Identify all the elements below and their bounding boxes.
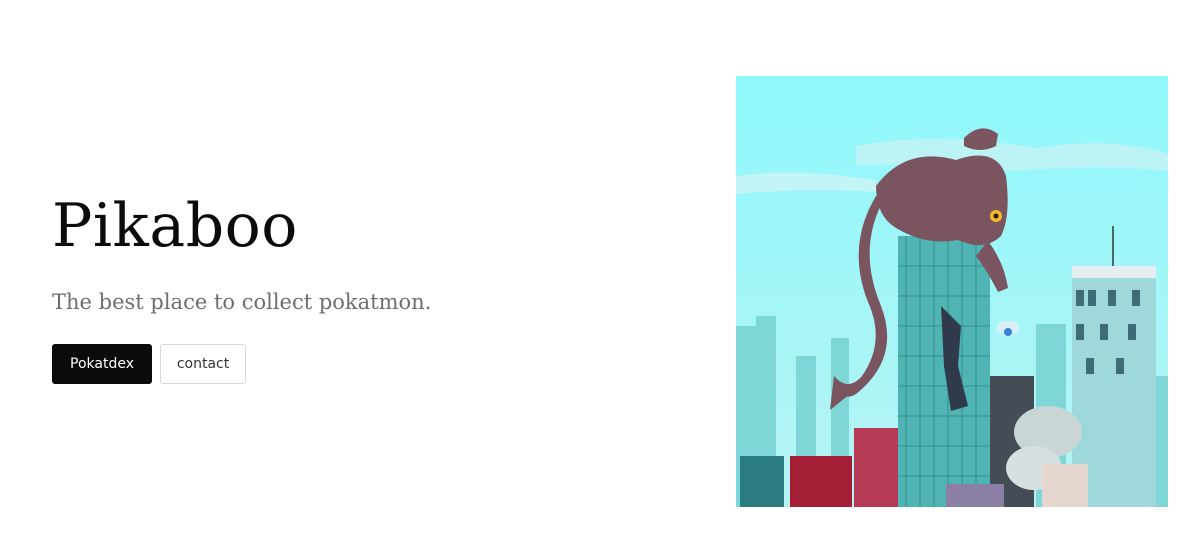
hero-text: Pikaboo The best place to collect pokatm… bbox=[52, 190, 431, 384]
hero-illustration bbox=[736, 76, 1168, 507]
page-title: Pikaboo bbox=[52, 191, 298, 261]
pokatdex-button[interactable]: Pokatdex bbox=[52, 344, 152, 384]
hero-actions: Pokatdex contact bbox=[52, 344, 431, 384]
contact-button[interactable]: contact bbox=[160, 344, 246, 384]
page-subtitle: The best place to collect pokatmon. bbox=[52, 290, 432, 314]
